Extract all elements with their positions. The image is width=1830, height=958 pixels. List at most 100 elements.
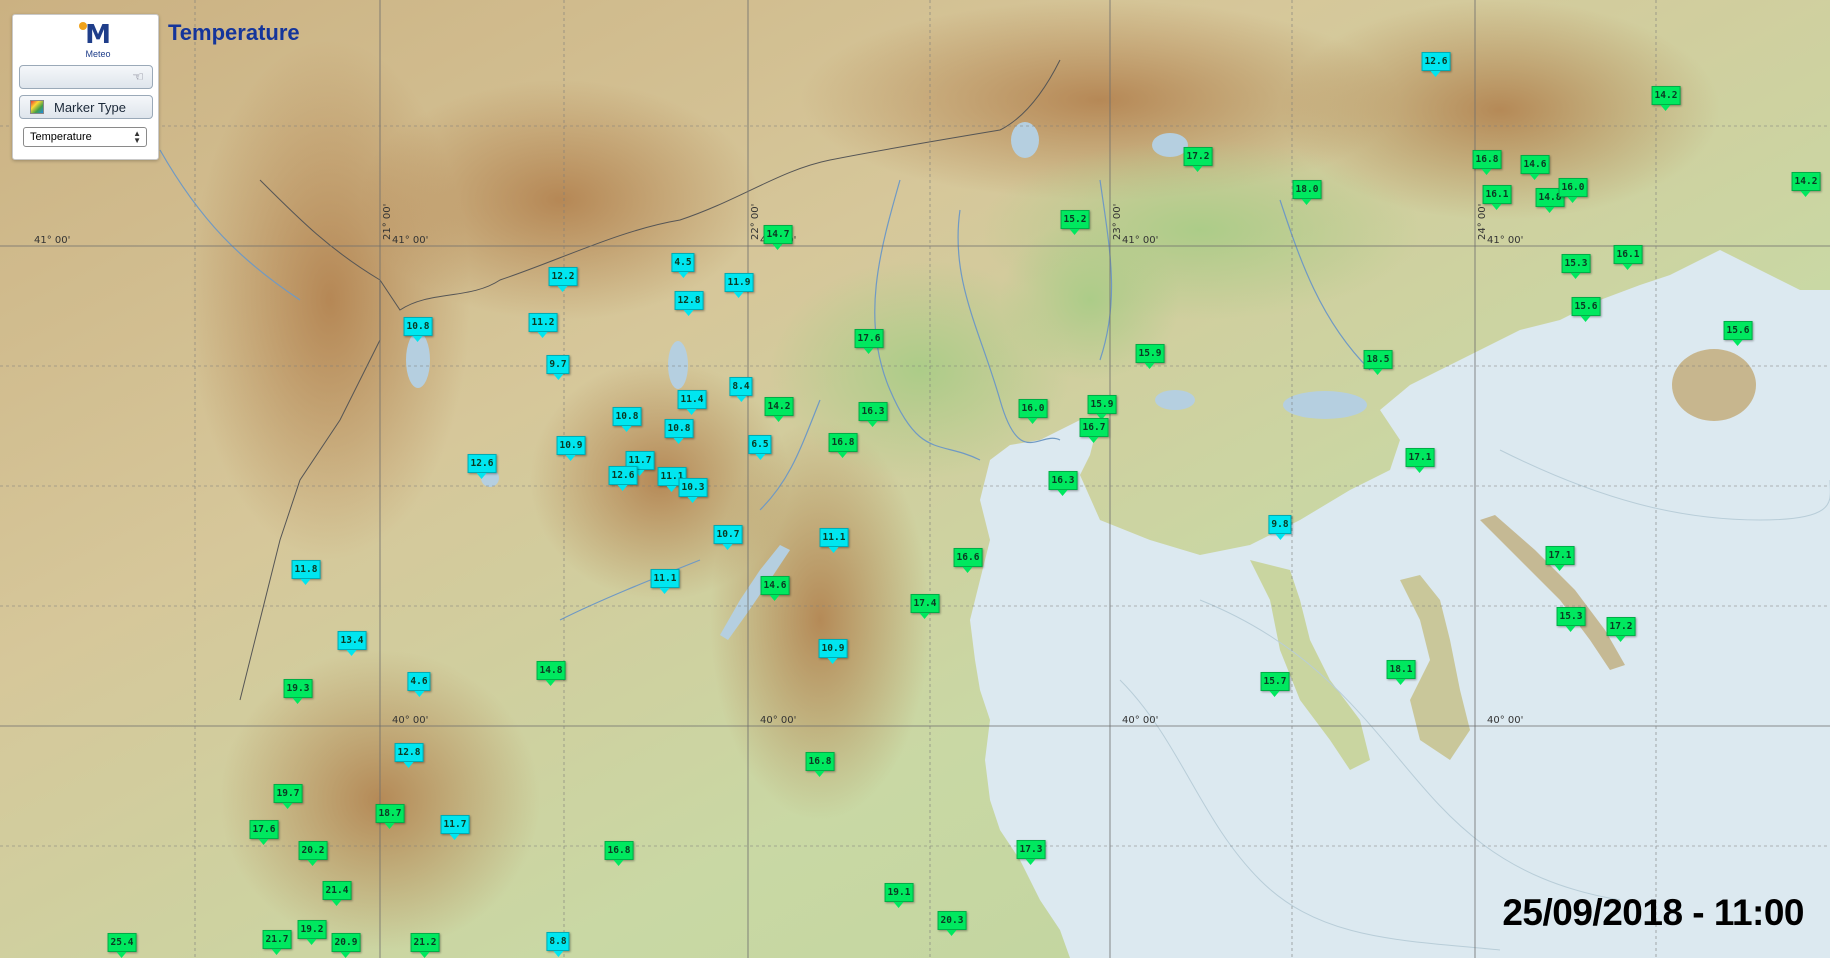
station-marker[interactable]: 14.6 — [760, 576, 790, 601]
station-marker[interactable]: 15.2 — [1060, 210, 1090, 235]
station-marker[interactable]: 19.7 — [273, 784, 303, 809]
station-marker[interactable]: 11.2 — [528, 313, 558, 338]
station-marker[interactable]: 10.3 — [678, 478, 708, 503]
station-marker[interactable]: 15.3 — [1561, 254, 1591, 279]
station-marker[interactable]: 18.5 — [1363, 350, 1393, 375]
station-marker[interactable]: 11.1 — [819, 528, 849, 553]
station-marker[interactable]: 6.5 — [748, 435, 772, 460]
station-marker[interactable]: 21.4 — [322, 881, 352, 906]
station-marker[interactable]: 20.9 — [331, 933, 361, 958]
station-marker[interactable]: 9.7 — [546, 355, 570, 380]
marker-pointer — [1395, 679, 1406, 685]
station-marker[interactable]: 14.2 — [1791, 172, 1821, 197]
station-value: 6.5 — [748, 435, 772, 454]
station-marker[interactable]: 12.6 — [608, 466, 638, 491]
station-marker[interactable]: 16.1 — [1613, 245, 1643, 270]
station-marker[interactable]: 10.8 — [403, 317, 433, 342]
marker-pointer — [1481, 169, 1492, 175]
station-marker[interactable]: 11.8 — [291, 560, 321, 585]
station-value: 15.3 — [1561, 254, 1591, 273]
station-marker[interactable]: 16.0 — [1558, 178, 1588, 203]
station-marker[interactable]: 4.6 — [407, 672, 431, 697]
station-marker[interactable]: 18.0 — [1292, 180, 1322, 205]
station-marker[interactable]: 12.6 — [1421, 52, 1451, 77]
marker-type-button[interactable]: Marker Type — [19, 95, 153, 119]
relief-map[interactable]: 41° 00' 41° 00' 41° 00' 41° 00' 41° 00' … — [0, 0, 1830, 958]
station-marker[interactable]: 15.9 — [1087, 395, 1117, 420]
station-marker[interactable]: 17.1 — [1405, 448, 1435, 473]
station-marker[interactable]: 17.3 — [1016, 840, 1046, 865]
pan-tool-button[interactable]: ☜ — [19, 65, 153, 89]
marker-pointer — [919, 613, 930, 619]
station-value: 16.8 — [805, 752, 835, 771]
station-marker[interactable]: 14.2 — [1651, 86, 1681, 111]
marker-pointer — [1269, 691, 1280, 697]
station-marker[interactable]: 12.8 — [674, 291, 704, 316]
station-value: 11.2 — [528, 313, 558, 332]
station-marker[interactable]: 17.6 — [249, 820, 279, 845]
station-marker[interactable]: 11.9 — [724, 273, 754, 298]
station-marker[interactable]: 4.5 — [671, 253, 695, 278]
marker-pointer — [1372, 369, 1383, 375]
station-marker[interactable]: 17.2 — [1606, 617, 1636, 642]
station-marker[interactable]: 16.8 — [828, 433, 858, 458]
station-marker[interactable]: 21.7 — [262, 930, 292, 955]
station-marker[interactable]: 10.9 — [818, 639, 848, 664]
marker-pointer — [673, 438, 684, 444]
station-marker[interactable]: 14.6 — [1520, 155, 1550, 180]
station-marker[interactable]: 16.7 — [1079, 418, 1109, 443]
station-value: 16.0 — [1018, 399, 1048, 418]
page-title: Temperature — [168, 20, 300, 45]
station-marker[interactable]: 8.4 — [729, 377, 753, 402]
station-marker[interactable]: 18.7 — [375, 804, 405, 829]
parameter-select[interactable]: Temperature ▲ ▼ — [23, 127, 147, 147]
station-marker[interactable]: 13.4 — [337, 631, 367, 656]
station-marker[interactable]: 11.7 — [440, 815, 470, 840]
station-marker[interactable]: 11.4 — [677, 390, 707, 415]
station-marker[interactable]: 16.3 — [1048, 471, 1078, 496]
station-marker[interactable]: 19.1 — [884, 883, 914, 908]
station-marker[interactable]: 17.2 — [1183, 147, 1213, 172]
station-marker[interactable]: 12.2 — [548, 267, 578, 292]
station-marker[interactable]: 12.8 — [394, 743, 424, 768]
station-marker[interactable]: 16.1 — [1482, 185, 1512, 210]
marker-pointer — [306, 939, 317, 945]
station-marker[interactable]: 14.7 — [763, 225, 793, 250]
station-marker[interactable]: 19.2 — [297, 920, 327, 945]
station-marker[interactable]: 16.6 — [953, 548, 983, 573]
station-marker[interactable]: 21.2 — [410, 933, 440, 958]
station-marker[interactable]: 8.8 — [546, 932, 570, 957]
station-marker[interactable]: 15.6 — [1571, 297, 1601, 322]
station-marker[interactable]: 16.0 — [1018, 399, 1048, 424]
station-marker[interactable]: 15.6 — [1723, 321, 1753, 346]
station-marker[interactable]: 15.3 — [1556, 607, 1586, 632]
station-value: 10.8 — [664, 419, 694, 438]
station-marker[interactable]: 20.3 — [937, 911, 967, 936]
station-marker[interactable]: 11.1 — [650, 569, 680, 594]
marker-pointer — [828, 547, 839, 553]
station-marker[interactable]: 17.6 — [854, 329, 884, 354]
station-marker[interactable]: 19.3 — [283, 679, 313, 704]
station-marker[interactable]: 16.8 — [604, 841, 634, 866]
station-marker[interactable]: 14.8 — [536, 661, 566, 686]
station-marker[interactable]: 16.8 — [805, 752, 835, 777]
station-marker[interactable]: 10.8 — [664, 419, 694, 444]
station-marker[interactable]: 16.3 — [858, 402, 888, 427]
station-marker[interactable]: 17.4 — [910, 594, 940, 619]
station-marker[interactable]: 15.7 — [1260, 672, 1290, 697]
station-marker[interactable]: 10.9 — [556, 436, 586, 461]
station-marker[interactable]: 20.2 — [298, 841, 328, 866]
station-marker[interactable]: 25.4 — [107, 933, 137, 958]
station-marker[interactable]: 12.6 — [467, 454, 497, 479]
station-marker[interactable]: 15.9 — [1135, 344, 1165, 369]
marker-pointer — [476, 473, 487, 479]
station-marker[interactable]: 14.2 — [764, 397, 794, 422]
station-marker[interactable]: 17.1 — [1545, 546, 1575, 571]
station-marker[interactable]: 18.1 — [1386, 660, 1416, 685]
station-marker[interactable]: 10.7 — [713, 525, 743, 550]
marker-pointer — [893, 902, 904, 908]
grid-label-lat40-a: 40° 00' — [392, 715, 428, 726]
station-marker[interactable]: 10.8 — [612, 407, 642, 432]
station-marker[interactable]: 9.8 — [1268, 515, 1292, 540]
station-marker[interactable]: 16.8 — [1472, 150, 1502, 175]
